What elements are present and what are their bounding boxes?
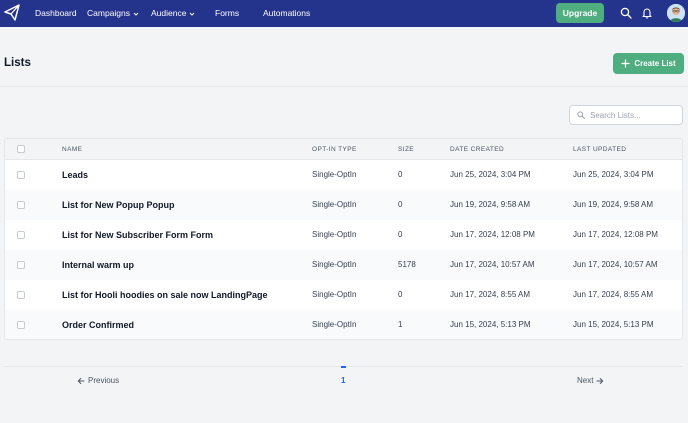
- create-list-button[interactable]: Create List: [613, 53, 684, 74]
- nav-automations[interactable]: Automations: [263, 0, 310, 27]
- nav-campaigns[interactable]: Campaigns: [87, 0, 139, 27]
- chevron-down-icon: [133, 12, 139, 16]
- active-page-indicator: [341, 366, 346, 368]
- chevron-down-icon: [190, 12, 195, 16]
- nav-dashboard[interactable]: Dashboard: [35, 0, 77, 27]
- table-row[interactable]: Order Confirmed Single-OptIn 1 Jun 15, 2…: [5, 310, 682, 339]
- row-checkbox[interactable]: [17, 171, 25, 179]
- previous-page-button[interactable]: Previous: [77, 376, 119, 385]
- list-name[interactable]: List for New Popup Popup: [62, 190, 175, 220]
- search-icon: [577, 111, 585, 119]
- list-name[interactable]: Leads: [62, 160, 88, 190]
- table-header: NAME OPT-IN TYPE SIZE DATE CREATED LAST …: [5, 139, 682, 160]
- list-name[interactable]: List for New Subscriber Form Form: [62, 220, 213, 250]
- page-number-1[interactable]: 1: [341, 376, 345, 385]
- row-checkbox[interactable]: [17, 321, 25, 329]
- page-title: Lists: [4, 57, 31, 69]
- row-checkbox[interactable]: [17, 261, 25, 269]
- table-row[interactable]: Leads Single-OptIn 0 Jun 25, 2024, 3:04 …: [5, 160, 682, 190]
- optin-type: Single-OptIn: [312, 170, 357, 179]
- table-row[interactable]: List for New Popup Popup Single-OptIn 0 …: [5, 190, 682, 220]
- last-updated: Jun 17, 2024, 10:57 AM: [573, 260, 658, 269]
- list-name[interactable]: Internal warm up: [62, 250, 134, 280]
- list-name[interactable]: Order Confirmed: [62, 310, 134, 339]
- table-row[interactable]: List for Hooli hoodies on sale now Landi…: [5, 280, 682, 310]
- list-size: 0: [398, 230, 403, 239]
- search-box[interactable]: [569, 105, 683, 125]
- upgrade-button[interactable]: Upgrade: [556, 3, 604, 23]
- optin-type: Single-OptIn: [312, 260, 357, 269]
- arrow-left-icon: [77, 377, 85, 384]
- column-header-optin-type[interactable]: OPT-IN TYPE: [312, 139, 357, 160]
- date-created: Jun 17, 2024, 10:57 AM: [450, 260, 535, 269]
- list-size: 0: [398, 200, 403, 209]
- next-label: Next: [577, 376, 594, 385]
- select-all-checkbox[interactable]: [17, 145, 25, 153]
- table-row[interactable]: Internal warm up Single-OptIn 5178 Jun 1…: [5, 250, 682, 280]
- lists-table: NAME OPT-IN TYPE SIZE DATE CREATED LAST …: [4, 138, 683, 340]
- nav-forms-label: Forms: [215, 8, 240, 18]
- last-updated: Jun 17, 2024, 12:08 PM: [573, 230, 658, 239]
- nav-forms[interactable]: Forms: [215, 0, 239, 27]
- list-size: 1: [398, 320, 403, 329]
- column-header-date-created[interactable]: DATE CREATED: [450, 139, 504, 160]
- row-checkbox[interactable]: [17, 201, 25, 209]
- row-checkbox[interactable]: [17, 291, 25, 299]
- nav-campaigns-label: Campaigns: [87, 8, 130, 18]
- next-page-button[interactable]: Next: [577, 376, 604, 385]
- optin-type: Single-OptIn: [312, 200, 357, 209]
- list-name[interactable]: List for Hooli hoodies on sale now Landi…: [62, 280, 268, 310]
- previous-label: Previous: [88, 376, 120, 385]
- list-size: 0: [398, 170, 403, 179]
- optin-type: Single-OptIn: [312, 230, 357, 239]
- create-list-label: Create List: [634, 59, 676, 68]
- nav-automations-label: Automations: [263, 8, 311, 18]
- last-updated: Jun 15, 2024, 5:13 PM: [573, 320, 654, 329]
- date-created: Jun 19, 2024, 9:58 AM: [450, 200, 531, 209]
- date-created: Jun 17, 2024, 12:08 PM: [450, 230, 535, 239]
- list-size: 5178: [398, 260, 416, 269]
- header-divider: [0, 86, 688, 87]
- optin-type: Single-OptIn: [312, 320, 357, 329]
- table-row[interactable]: List for New Subscriber Form Form Single…: [5, 220, 682, 250]
- last-updated: Jun 17, 2024, 8:55 AM: [573, 290, 654, 299]
- nav-audience-label: Audience: [151, 8, 187, 18]
- last-updated: Jun 19, 2024, 9:58 AM: [573, 200, 654, 209]
- date-created: Jun 17, 2024, 8:55 AM: [450, 290, 531, 299]
- user-avatar-icon: [667, 4, 685, 22]
- arrow-right-icon: [596, 377, 604, 384]
- plus-icon: [621, 59, 630, 68]
- top-navbar: Dashboard Campaigns Audience Forms Autom…: [0, 0, 688, 27]
- date-created: Jun 25, 2024, 3:04 PM: [450, 170, 531, 179]
- list-size: 0: [398, 290, 403, 299]
- search-icon[interactable]: [620, 7, 632, 19]
- bell-icon[interactable]: [641, 7, 653, 19]
- optin-type: Single-OptIn: [312, 290, 357, 299]
- search-input[interactable]: [590, 110, 680, 120]
- column-header-name[interactable]: NAME: [62, 139, 82, 160]
- paper-plane-icon[interactable]: [4, 4, 20, 22]
- avatar[interactable]: [667, 4, 685, 22]
- row-checkbox[interactable]: [17, 231, 25, 239]
- nav-audience[interactable]: Audience: [151, 0, 195, 27]
- date-created: Jun 15, 2024, 5:13 PM: [450, 320, 531, 329]
- nav-dashboard-label: Dashboard: [35, 8, 77, 18]
- column-header-last-updated[interactable]: LAST UPDATED: [573, 139, 626, 160]
- last-updated: Jun 25, 2024, 3:04 PM: [573, 170, 654, 179]
- column-header-size[interactable]: SIZE: [398, 139, 414, 160]
